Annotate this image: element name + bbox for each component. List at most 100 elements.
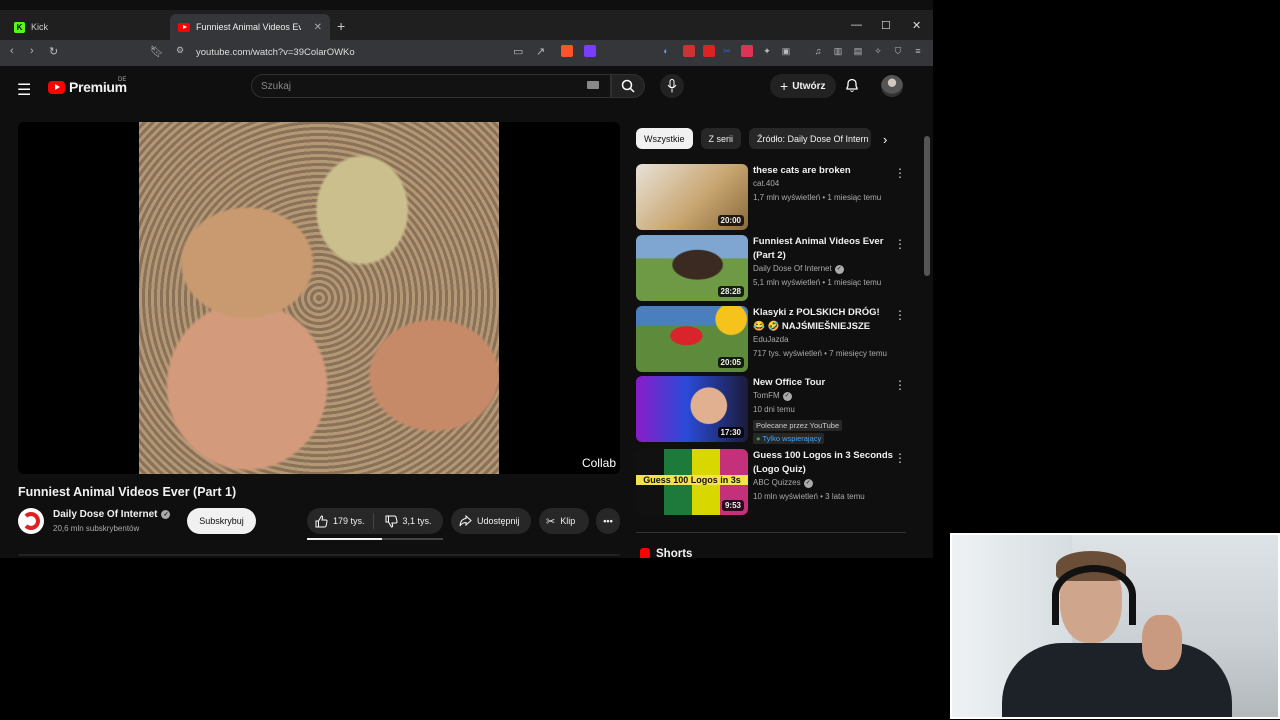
- youtube-favicon-icon: [178, 22, 190, 32]
- video-player[interactable]: Collab: [18, 122, 620, 474]
- chip-all[interactable]: Wszystkie: [636, 128, 693, 149]
- recommendation-channel[interactable]: cat.404: [753, 177, 779, 191]
- maximize-icon[interactable]: ☐: [881, 10, 891, 40]
- create-button[interactable]: + Utwórz: [770, 74, 836, 98]
- voice-search-button[interactable]: [660, 74, 684, 98]
- like-button[interactable]: 179 tys.: [307, 513, 374, 529]
- more-vertical-icon[interactable]: ⋮: [894, 451, 906, 465]
- browser-menu-icon[interactable]: ≡: [912, 45, 924, 57]
- chip-series[interactable]: Z serii: [700, 128, 741, 149]
- dollar-circle-icon: ●: [756, 434, 761, 443]
- recommendation-channel[interactable]: ABC Quizzes ✓: [753, 476, 813, 490]
- video-thumbnail[interactable]: 28:28: [636, 235, 748, 301]
- description-box-edge: [18, 554, 620, 556]
- recommendation-item[interactable]: 28:28 Funniest Animal Videos Ever (Part …: [636, 235, 908, 301]
- extension-1-icon[interactable]: ◐: [660, 45, 672, 57]
- chevron-right-icon[interactable]: ›: [883, 132, 887, 147]
- video-thumbnail[interactable]: Guess 100 Logos in 3s 9:53: [636, 449, 748, 515]
- address-bar[interactable]: youtube.com/watch?v=39ColarOWKo: [196, 47, 355, 58]
- brave-shields-icon[interactable]: [561, 45, 573, 57]
- extension-2-icon[interactable]: [683, 45, 695, 57]
- recommendation-title[interactable]: Guess 100 Logos in 3 Seconds (Logo Quiz): [753, 449, 893, 476]
- media-icon[interactable]: ♫: [812, 45, 824, 57]
- close-window-icon[interactable]: ✕: [912, 10, 921, 40]
- more-vertical-icon[interactable]: ⋮: [894, 237, 906, 251]
- sidebar-icon[interactable]: ▥: [832, 45, 844, 57]
- share-label: Udostępnij: [477, 516, 520, 526]
- tab-search-icon[interactable]: ▣: [780, 45, 792, 57]
- recommendation-title[interactable]: Funniest Animal Videos Ever (Part 2): [753, 235, 893, 262]
- create-label: Utwórz: [792, 80, 826, 92]
- minimize-icon[interactable]: —: [851, 10, 862, 40]
- headset-icon: [1052, 565, 1136, 625]
- browser-toolbar: ‹ › ↻ 🔖︎ ⚙︎ youtube.com/watch?v=39ColarO…: [0, 40, 933, 66]
- recommendation-stats: 10 mln wyświetleń • 3 lata temu: [753, 492, 865, 501]
- bookmark-icon[interactable]: 🔖︎: [150, 45, 164, 58]
- like-dislike-group: 179 tys. 3,1 tys.: [307, 508, 443, 534]
- recommendation-title[interactable]: Klasyki z POLSKICH DRÓG! 😂 🤣 NAJŚMIEŠNIE…: [753, 306, 893, 334]
- share-icon[interactable]: ↗: [536, 45, 545, 58]
- recommendation-item[interactable]: 20:00 these cats are broken cat.404 1,7 …: [636, 164, 908, 230]
- search-input[interactable]: Szukaj: [251, 74, 611, 98]
- recommendation-item[interactable]: 17:30 New Office Tour TomFM ✓ 10 dni tem…: [636, 376, 908, 444]
- tab-youtube[interactable]: Funniest Animal Videos Ever ✕: [170, 14, 330, 40]
- youtube-logo[interactable]: Premium: [48, 79, 127, 95]
- share-icon: [459, 515, 472, 527]
- extensions-puzzle-icon[interactable]: ✦: [761, 45, 773, 57]
- more-vertical-icon[interactable]: ⋮: [894, 308, 906, 322]
- microphone-icon: [667, 79, 677, 93]
- recommendation-item[interactable]: 20:05 Klasyki z POLSKICH DRÓG! 😂 🤣 NAJŚM…: [636, 306, 908, 372]
- brave-rewards-icon[interactable]: [584, 45, 596, 57]
- tab-label: Kick: [31, 22, 49, 32]
- extension-5-icon[interactable]: [741, 45, 753, 57]
- search-button[interactable]: [611, 74, 645, 98]
- recommendation-channel[interactable]: EduJazda: [753, 333, 789, 347]
- site-info-icon[interactable]: ⚙︎: [176, 45, 184, 56]
- video-thumbnail[interactable]: 20:05: [636, 306, 748, 372]
- filter-chips: Wszystkie Z serii Źródło: Daily Dose Of …: [636, 128, 871, 149]
- dislike-button[interactable]: 3,1 tys.: [379, 515, 432, 528]
- verified-icon: ✓: [782, 391, 792, 401]
- new-tab-icon[interactable]: +: [337, 18, 345, 34]
- recommendation-item[interactable]: Guess 100 Logos in 3s 9:53 Guess 100 Log…: [636, 449, 908, 515]
- recommendation-channel[interactable]: Daily Dose Of Internet ✓: [753, 262, 844, 276]
- recommendation-title[interactable]: New Office Tour: [753, 376, 893, 390]
- kick-favicon-icon: K: [14, 21, 25, 33]
- recommendation-stats: 5,1 mln wyświetleń • 1 miesiąc temu: [753, 278, 882, 287]
- video-thumbnail[interactable]: 20:00: [636, 164, 748, 230]
- close-tab-icon[interactable]: ✕: [314, 22, 322, 33]
- more-vertical-icon[interactable]: ⋮: [894, 378, 906, 392]
- webcam-person-body: [1002, 643, 1232, 717]
- scrollbar[interactable]: [924, 136, 930, 276]
- recommendation-channel[interactable]: TomFM ✓: [753, 389, 792, 403]
- account-avatar[interactable]: [881, 75, 903, 97]
- forward-icon[interactable]: ›: [30, 45, 34, 57]
- wallet-icon[interactable]: ▤: [852, 45, 864, 57]
- reload-icon[interactable]: ↻: [49, 45, 58, 58]
- leo-ai-icon[interactable]: ✧: [872, 45, 884, 57]
- channel-name[interactable]: Daily Dose Of Internet ✓: [53, 509, 171, 520]
- chip-source[interactable]: Źródło: Daily Dose Of Intern: [749, 128, 871, 149]
- share-button[interactable]: Udostępnij: [451, 508, 531, 534]
- channel-avatar[interactable]: [18, 508, 44, 534]
- thumbs-down-icon: [385, 515, 398, 528]
- duration-badge: 17:30: [717, 427, 744, 438]
- more-vertical-icon[interactable]: ⋮: [894, 166, 906, 180]
- channel-text: ABC Quizzes: [753, 478, 801, 487]
- notifications-bell-icon[interactable]: [845, 78, 859, 98]
- tab-kick[interactable]: K Kick: [6, 14, 166, 40]
- vpn-icon[interactable]: ⛉: [892, 45, 904, 57]
- recommendation-title[interactable]: these cats are broken: [753, 164, 893, 178]
- shorts-header: Shorts: [640, 548, 692, 558]
- video-thumbnail[interactable]: 17:30: [636, 376, 748, 442]
- collab-overlay: Collab: [581, 456, 616, 470]
- keyboard-icon[interactable]: [587, 81, 599, 89]
- clip-button[interactable]: ✂ Klip: [539, 508, 589, 534]
- extension-3-icon[interactable]: [703, 45, 715, 57]
- extension-4-icon[interactable]: ✂: [721, 45, 733, 57]
- back-icon[interactable]: ‹: [10, 45, 14, 57]
- menu-icon[interactable]: ☰: [17, 80, 31, 100]
- more-actions-button[interactable]: •••: [596, 508, 620, 534]
- cast-icon[interactable]: ▭: [513, 45, 523, 58]
- subscribe-button[interactable]: Subskrybuj: [187, 508, 256, 534]
